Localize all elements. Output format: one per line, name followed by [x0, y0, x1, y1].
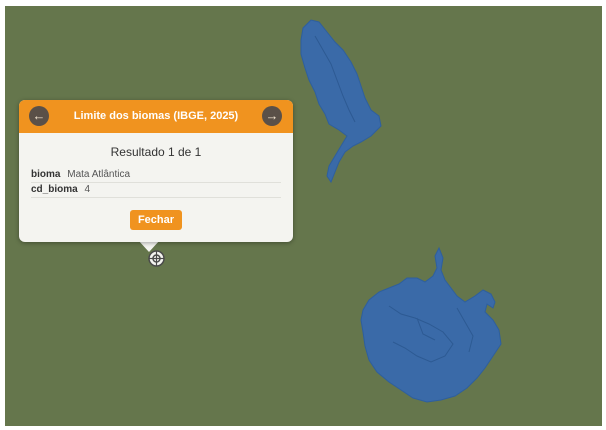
- attribute-row: cd_bioma 4: [31, 184, 281, 198]
- arrow-right-icon: →: [265, 108, 279, 123]
- close-button[interactable]: Fechar: [130, 210, 182, 230]
- attribute-value: Mata Atlântica: [67, 169, 131, 180]
- next-result-button[interactable]: →: [262, 106, 282, 126]
- biome-polygon-north[interactable]: [300, 19, 382, 184]
- attribute-row: bioma Mata Atlântica: [31, 169, 281, 183]
- popup-title: Limite dos biomas (IBGE, 2025): [73, 110, 239, 122]
- screenshot-frame: ← Limite dos biomas (IBGE, 2025) → Resul…: [0, 0, 606, 430]
- map-canvas[interactable]: ← Limite dos biomas (IBGE, 2025) → Resul…: [5, 6, 602, 426]
- arrow-left-icon: ←: [32, 108, 46, 123]
- attribute-key: cd_bioma: [31, 184, 78, 195]
- popup-header: ← Limite dos biomas (IBGE, 2025) →: [19, 100, 293, 133]
- location-marker-icon[interactable]: [148, 250, 165, 267]
- feature-info-popup: ← Limite dos biomas (IBGE, 2025) → Resul…: [19, 100, 293, 242]
- attribute-key: bioma: [31, 169, 61, 180]
- attribute-value: 4: [84, 184, 91, 195]
- previous-result-button[interactable]: ←: [29, 106, 49, 126]
- result-count: Resultado 1 de 1: [110, 145, 202, 159]
